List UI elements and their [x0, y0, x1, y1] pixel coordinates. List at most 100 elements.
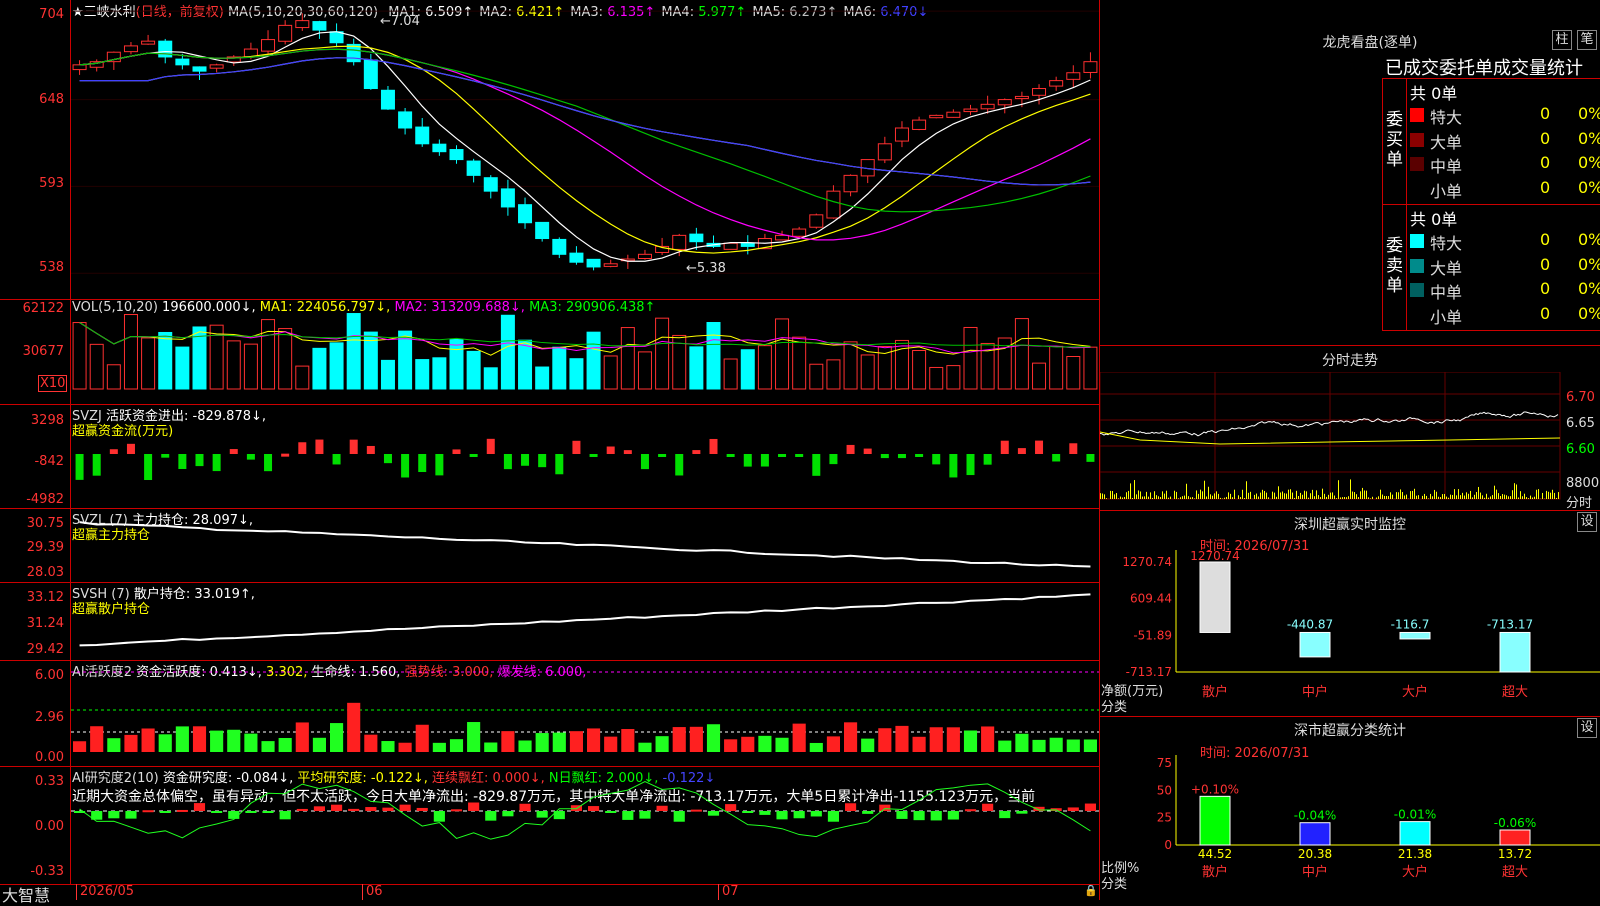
activity-bar	[193, 726, 206, 752]
svzl-chart[interactable]	[71, 508, 1099, 582]
research-bar	[639, 811, 650, 819]
flow-bar	[692, 450, 700, 454]
flow-bar	[453, 449, 461, 454]
intraday-vol-bar	[1346, 497, 1347, 499]
research-bar	[485, 811, 496, 821]
tick-mode-button[interactable]: 笔	[1577, 30, 1597, 50]
svzl-panel[interactable]: SVZL (7) 主力持仓: 28.097↓, 超赢主力持仓 30.75 29.…	[0, 508, 1100, 583]
svzj-panel[interactable]: SVZJ 活跃资金进出: -829.878↓, 超赢资金流(万元) 3298 -…	[0, 404, 1100, 509]
intraday-vol-bar	[1340, 497, 1341, 499]
svzj-chart[interactable]	[71, 404, 1099, 508]
intraday-chart[interactable]	[1100, 372, 1600, 510]
order-row-大单: 大单00%	[1408, 255, 1600, 277]
intraday-vol-bar	[1150, 492, 1151, 499]
monitor-tick: 1270.74	[1122, 555, 1172, 569]
candle	[844, 175, 857, 191]
intraday-vol-bar	[1536, 490, 1537, 499]
classify-chart[interactable]: 7550250+0.10%44.52散户-0.04%20.38中户-0.01%2…	[1100, 755, 1600, 900]
flow-bar	[76, 454, 84, 480]
activity-bar	[673, 727, 686, 752]
intraday-vol-bar	[1534, 497, 1535, 499]
activity-bar	[947, 727, 960, 752]
volume-bar	[947, 366, 960, 389]
right-divider-3	[1100, 716, 1600, 717]
lock-icon[interactable]: 🔒	[1084, 884, 1098, 897]
ai-active-tick: 0.00	[2, 750, 64, 765]
flow-bar	[1001, 441, 1009, 454]
candle	[1015, 96, 1028, 98]
ai-active-panel[interactable]: AI活跃度2 资金活跃度: 0.413↓, 3.302, 生命线: 1.560,…	[0, 660, 1100, 767]
activity-bar	[930, 727, 943, 752]
bar-mode-button[interactable]: 柱	[1552, 30, 1572, 50]
intraday-vol-bar	[1462, 493, 1463, 499]
candle	[810, 215, 823, 227]
intraday-vol-bar	[1428, 498, 1429, 499]
svsh-chart[interactable]	[71, 582, 1099, 660]
intraday-vol-bar	[1122, 497, 1123, 499]
intraday-vol-bar	[1348, 496, 1349, 499]
svsh-panel[interactable]: SVSH (7) 散户持仓: 33.019↑, 超赢散户持仓 33.12 31.…	[0, 582, 1100, 661]
intraday-vol-bar	[1334, 496, 1335, 499]
intraday-vol-bar	[1366, 491, 1367, 499]
intraday-vol-bar	[1502, 494, 1503, 499]
classify-bar	[1300, 823, 1330, 845]
research-bar	[657, 806, 668, 811]
intraday-vol-bar	[1296, 491, 1297, 499]
intraday-vol-bar	[1206, 497, 1207, 499]
candlestick-chart[interactable]	[71, 0, 1099, 299]
price-panel[interactable]: ★三峡水利(日线，前复权) MA(5,10,20,30,60,120) MA1:…	[0, 0, 1100, 300]
research-bar	[622, 811, 633, 820]
intraday-vol-bar	[1530, 496, 1531, 499]
low-price-label: ←5.38	[686, 261, 726, 276]
volume-bar	[793, 337, 806, 389]
intraday-tick: 6.60	[1566, 442, 1595, 457]
classify-settings-button[interactable]: 设	[1577, 718, 1597, 738]
intraday-vol-bar	[1226, 497, 1227, 499]
research-bar	[879, 805, 890, 811]
intraday-vol-bar	[1382, 495, 1383, 499]
longhu-subtitle: 已成交委托单成交量统计	[1385, 54, 1583, 80]
monitor-settings-button[interactable]: 设	[1577, 512, 1597, 532]
intraday-vol-bar	[1520, 491, 1521, 499]
intraday-vol-bar	[1322, 489, 1323, 499]
candle	[878, 144, 891, 160]
color-swatch	[1410, 259, 1424, 273]
flow-bar	[555, 454, 563, 474]
intraday-vol-bar	[1208, 487, 1209, 499]
activity-bar	[73, 741, 86, 752]
intraday-vol-bar	[1128, 491, 1129, 499]
classify-value: 13.72	[1498, 847, 1532, 861]
svzl-tick: 29.39	[2, 540, 64, 555]
activity-bar	[827, 736, 840, 752]
rpct: 0%	[1578, 230, 1600, 249]
volume-chart[interactable]	[71, 299, 1099, 404]
intraday-vol-bar	[1454, 489, 1455, 499]
rval: 0	[1540, 129, 1550, 148]
activity-bar	[518, 740, 531, 752]
intraday-vol-bar	[1104, 494, 1105, 499]
ai-research-panel[interactable]: AI研究度2(10) 资金研究度: -0.084↓, 平均研究度: -0.122…	[0, 766, 1100, 885]
intraday-vol-bar	[1100, 493, 1101, 499]
rlabel: 大单	[1430, 255, 1462, 279]
research-bar	[211, 811, 222, 813]
research-bar	[502, 811, 513, 816]
svzj-tick: 3298	[2, 413, 64, 428]
candle	[570, 253, 583, 262]
volume-panel[interactable]: VOL(5,10,20) 196600.000↓, MA1: 224056.79…	[0, 299, 1100, 405]
candle	[981, 104, 994, 108]
ai-active-chart[interactable]	[71, 660, 1099, 766]
candle	[501, 189, 514, 207]
ai-research-chart[interactable]	[71, 766, 1099, 884]
intraday-vol-bar	[1228, 492, 1229, 499]
intraday-vol-bar	[1404, 496, 1405, 499]
intraday-vol-bar	[1376, 498, 1377, 499]
color-swatch	[1410, 234, 1424, 248]
rlabel: 小单	[1430, 178, 1462, 202]
volume-bar	[724, 359, 737, 389]
intraday-vol-bar	[1152, 498, 1153, 499]
research-bar	[828, 811, 839, 822]
monitor-chart[interactable]: 1270.74609.44-51.89-713.171270.74散户-440.…	[1100, 550, 1600, 715]
activity-bar	[124, 735, 137, 752]
monitor-tick: 609.44	[1130, 592, 1172, 606]
intraday-vol-bar	[1484, 498, 1485, 499]
